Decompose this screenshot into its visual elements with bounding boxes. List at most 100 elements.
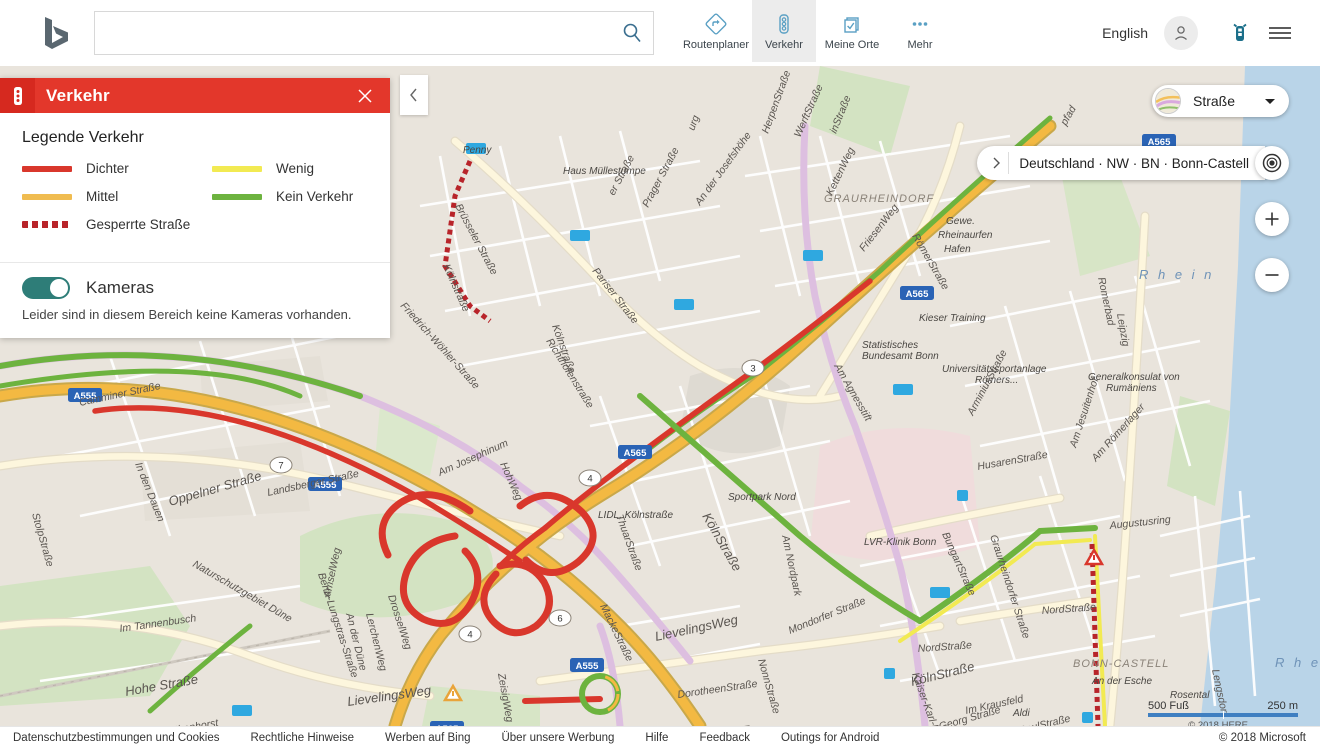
- breadcrumb[interactable]: Deutschland · NW · BN · Bonn-Castell: [977, 146, 1265, 180]
- close-icon[interactable]: [348, 78, 382, 113]
- svg-text:Rheinaurfen: Rheinaurfen: [938, 230, 993, 241]
- svg-text:Bundesamt Bonn: Bundesamt Bonn: [862, 351, 939, 362]
- zoom-out-button[interactable]: [1255, 258, 1289, 292]
- footer-link-legal[interactable]: Rechtliche Hinweise: [250, 732, 354, 744]
- legend-swatch: [22, 221, 72, 228]
- site-header: Routenplaner Verkehr Meine Orte Mehr Eng…: [0, 0, 1320, 66]
- footer-link-outings[interactable]: Outings for Android: [781, 732, 879, 744]
- svg-text:GRAURHEINDORF: GRAURHEINDORF: [824, 193, 934, 205]
- legend-item-mittel: Mittel: [22, 189, 212, 204]
- svg-text:6: 6: [557, 614, 562, 625]
- footer-link-privacy[interactable]: Datenschutzbestimmungen und Cookies: [13, 732, 219, 744]
- svg-text:Haus Müllestumpe: Haus Müllestumpe: [563, 166, 646, 177]
- account-avatar[interactable]: [1164, 16, 1198, 50]
- svg-text:Statistisches: Statistisches: [862, 340, 918, 351]
- traffic-light-icon: [772, 11, 796, 37]
- svg-text:BONN-CASTELL: BONN-CASTELL: [1073, 658, 1169, 670]
- bing-maps-app: .st { font-family:"Liberation Sans",sans…: [0, 0, 1320, 749]
- chevron-down-icon[interactable]: [1261, 97, 1279, 105]
- scale-line: [1148, 711, 1298, 719]
- svg-text:Generalkonsulat von: Generalkonsulat von: [1088, 372, 1180, 383]
- legend-item-gesperrte-strasse: Gesperrte Straße: [22, 217, 212, 232]
- cameras-toggle[interactable]: [22, 277, 70, 299]
- footer-link-about-ads[interactable]: Über unsere Werbung: [501, 732, 614, 744]
- legend-grid: Dichter Wenig Mittel Kein Verkehr Gesper…: [22, 161, 368, 232]
- map-style-thumbnail: [1154, 88, 1181, 114]
- legend-body: Legende Verkehr Dichter Wenig Mittel Kei…: [0, 113, 390, 246]
- footer-copyright: © 2018 Microsoft: [1218, 732, 1306, 744]
- svg-text:7: 7: [278, 461, 283, 472]
- legend-swatch: [22, 165, 72, 172]
- footer-link-help[interactable]: Hilfe: [645, 732, 668, 744]
- svg-text:R h e i n: R h e i n: [1139, 267, 1214, 282]
- nav-item-routenplaner[interactable]: Routenplaner: [680, 0, 752, 62]
- locate-me-button[interactable]: [1255, 146, 1289, 180]
- svg-text:Sportpark Nord: Sportpark Nord: [728, 492, 796, 503]
- svg-text:A555: A555: [576, 661, 599, 672]
- legend-item-kein-verkehr: Kein Verkehr: [212, 189, 368, 204]
- footer-link-feedback[interactable]: Feedback: [699, 732, 750, 744]
- svg-text:A565: A565: [624, 448, 647, 459]
- nav-label: Mehr: [907, 39, 933, 51]
- map-style-picker[interactable]: Straße: [1151, 85, 1289, 117]
- legend-label: Gesperrte Straße: [86, 217, 191, 232]
- search-bar[interactable]: [94, 11, 654, 55]
- header-right-group: English: [1086, 13, 1320, 53]
- traffic-light-icon: [0, 78, 35, 113]
- bing-logo[interactable]: [42, 16, 72, 50]
- search-input[interactable]: [95, 12, 611, 54]
- person-icon: [1175, 26, 1187, 40]
- nav-label: Routenplaner: [682, 39, 750, 51]
- chevron-right-icon[interactable]: [983, 152, 1010, 174]
- chevron-left-icon: [410, 88, 417, 102]
- panel-header: Verkehr: [0, 78, 390, 113]
- nav-item-meine-orte[interactable]: Meine Orte: [816, 0, 888, 62]
- ellipsis-icon: [908, 11, 932, 37]
- map-style-label: Straße: [1192, 93, 1235, 109]
- minus-icon: [1265, 274, 1279, 276]
- legend-item-dichter: Dichter: [22, 161, 212, 176]
- toggle-knob: [50, 279, 68, 297]
- footer-link-advertise[interactable]: Werben auf Bing: [385, 732, 470, 744]
- svg-text:3: 3: [750, 364, 755, 375]
- legend-label: Wenig: [276, 161, 315, 176]
- plus-icon: [1265, 212, 1279, 226]
- svg-text:LVR-Klinik Bonn: LVR-Klinik Bonn: [864, 537, 937, 548]
- svg-text:Gewe.: Gewe.: [946, 216, 975, 227]
- nav-label: Meine Orte: [824, 39, 880, 51]
- hamburger-menu-icon[interactable]: [1260, 13, 1300, 53]
- svg-text:An der Esche: An der Esche: [1091, 676, 1152, 687]
- cameras-label: Kameras: [86, 278, 155, 297]
- nav-label: Verkehr: [765, 39, 803, 51]
- legend-label: Mittel: [86, 189, 119, 204]
- checkbox-places-icon: [840, 11, 864, 37]
- zoom-in-button[interactable]: [1255, 202, 1289, 236]
- svg-text:LIDL, Kölnstraße: LIDL, Kölnstraße: [598, 510, 673, 521]
- svg-text:Hafen: Hafen: [944, 244, 971, 255]
- nav-item-verkehr[interactable]: Verkehr: [752, 0, 816, 62]
- locate-me-icon: [1262, 153, 1282, 173]
- cameras-toggle-row: Kameras: [0, 263, 390, 299]
- search-icon[interactable]: [611, 12, 653, 54]
- breadcrumb-text: Deutschland · NW · BN · Bonn-Castell: [1019, 155, 1249, 171]
- nav-item-mehr[interactable]: Mehr: [888, 0, 952, 62]
- svg-text:R h e i: R h e i: [1275, 655, 1320, 670]
- language-selector[interactable]: English: [1086, 25, 1164, 41]
- svg-text:Aldi: Aldi: [1012, 708, 1030, 719]
- scale-imperial: 500 Fuß: [1148, 700, 1189, 712]
- panel-collapse-button[interactable]: [400, 75, 428, 115]
- scale-metric: 250 m: [1267, 700, 1298, 712]
- header-nav: Routenplaner Verkehr Meine Orte Mehr: [680, 0, 952, 66]
- svg-text:4: 4: [587, 474, 592, 485]
- cameras-note: Leider sind in diesem Bereich keine Kame…: [22, 307, 352, 322]
- legend-label: Kein Verkehr: [276, 189, 354, 204]
- svg-text:Rumäniens: Rumäniens: [1106, 383, 1157, 394]
- rewards-icon[interactable]: [1220, 13, 1260, 53]
- svg-text:A565: A565: [906, 289, 929, 300]
- site-footer: Datenschutzbestimmungen und Cookies Rech…: [0, 726, 1320, 749]
- legend-item-wenig: Wenig: [212, 161, 368, 176]
- svg-text:4: 4: [467, 630, 472, 641]
- map-scale-bar: 500 Fuß 250 m: [1148, 700, 1298, 719]
- legend-swatch: [22, 193, 72, 200]
- legend-swatch: [212, 165, 262, 172]
